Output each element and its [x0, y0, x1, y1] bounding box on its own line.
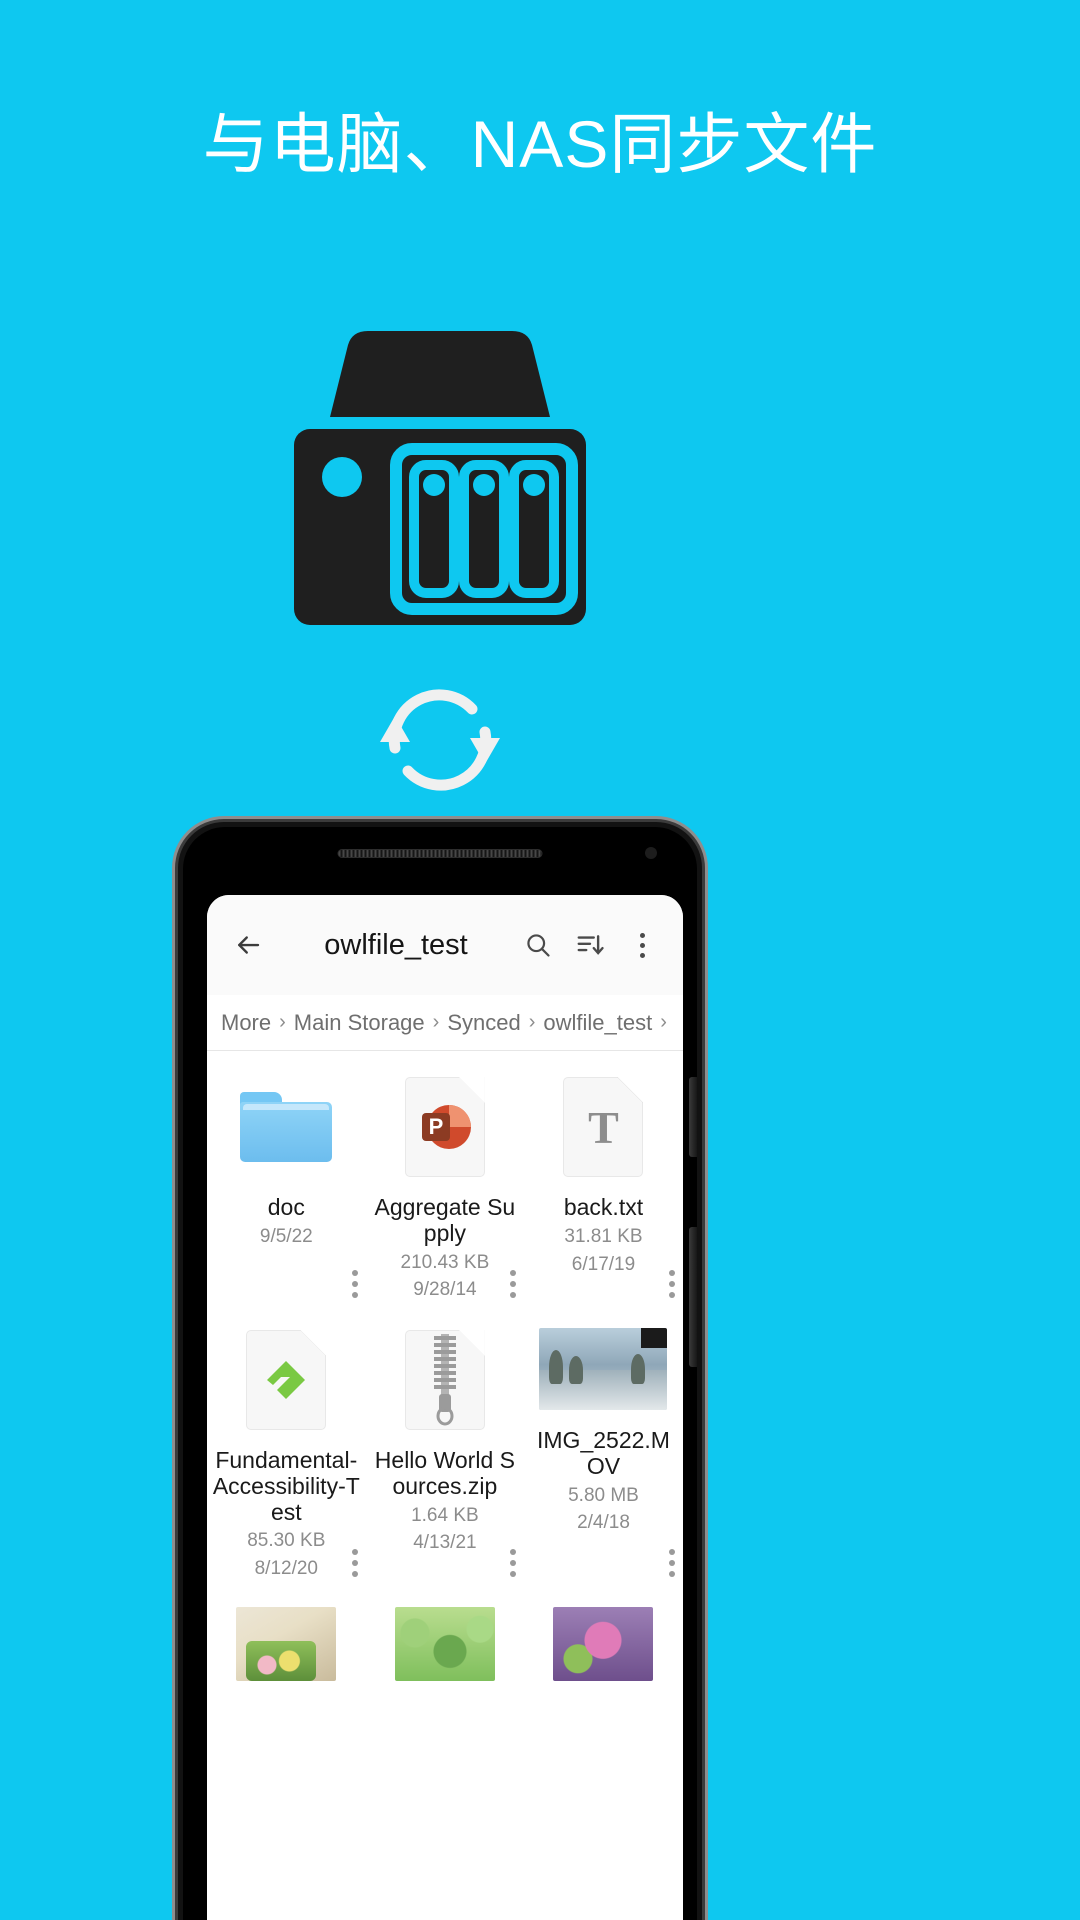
more-vertical-icon[interactable]: [619, 922, 665, 968]
photo-thumbnail-icon: [553, 1606, 654, 1681]
file-more-icon[interactable]: [351, 1548, 358, 1577]
file-name: doc: [267, 1194, 305, 1220]
file-item[interactable]: P Aggregate Supply 210.43 KB 9/28/14: [366, 1061, 525, 1314]
file-more-icon[interactable]: [351, 1270, 358, 1298]
file-item[interactable]: doc 9/5/22: [207, 1061, 366, 1314]
file-item[interactable]: Hello World Sources.zip 1.64 KB 4/13/21: [366, 1314, 525, 1593]
file-size: 1.64 KB: [411, 1504, 479, 1526]
power-button[interactable]: [689, 1227, 697, 1367]
breadcrumb-separator: ›: [528, 1011, 536, 1033]
breadcrumb-separator: ›: [660, 1011, 667, 1033]
more-dots: [639, 932, 645, 958]
breadcrumb-separator: ›: [279, 1011, 286, 1033]
file-size: 85.30 KB: [247, 1530, 326, 1552]
app-screen: owlfile_test More › Main Storage › Synce…: [207, 895, 683, 1920]
front-camera: [645, 847, 657, 859]
file-date: 2/4/18: [577, 1512, 630, 1534]
breadcrumb-item-more[interactable]: More: [221, 1010, 271, 1036]
sort-descending-icon[interactable]: [567, 922, 613, 968]
earpiece-speaker: [337, 849, 543, 858]
breadcrumb-item-synced[interactable]: Synced: [447, 1010, 520, 1036]
app-bar: owlfile_test: [207, 895, 683, 995]
file-more-icon[interactable]: [668, 1270, 675, 1298]
file-more-icon[interactable]: [510, 1270, 517, 1298]
file-name: Fundamental-Accessibility-Test: [212, 1447, 360, 1525]
page-title: 与电脑、NAS同步文件: [202, 107, 878, 181]
file-size: 210.43 KB: [400, 1251, 490, 1273]
epub-file-icon: [238, 1328, 334, 1432]
file-size: 31.81 KB: [564, 1225, 643, 1247]
file-item[interactable]: [524, 1593, 683, 1711]
file-item[interactable]: [366, 1593, 525, 1711]
video-thumbnail-icon: [539, 1328, 668, 1410]
file-date: 9/5/22: [259, 1225, 313, 1247]
file-item[interactable]: Fundamental-Accessibility-Test 85.30 KB …: [207, 1314, 366, 1593]
powerpoint-file-icon: P: [397, 1075, 493, 1179]
breadcrumb[interactable]: More › Main Storage › Synced › owlfile_t…: [207, 995, 683, 1051]
photo-thumbnail-icon: [394, 1606, 495, 1681]
breadcrumb-item-owlfile-test[interactable]: owlfile_test: [543, 1010, 652, 1036]
file-more-icon[interactable]: [668, 1548, 675, 1577]
text-file-icon: T: [555, 1075, 651, 1179]
phone-mockup: owlfile_test More › Main Storage › Synce…: [178, 822, 702, 1920]
file-name: Hello World Sources.zip: [374, 1447, 515, 1499]
file-size: 5.80 MB: [568, 1484, 639, 1506]
sync-arrows-icon: [372, 672, 508, 808]
photo-thumbnail-icon: [236, 1606, 337, 1681]
file-name: back.txt: [563, 1194, 644, 1220]
breadcrumb-item-main-storage[interactable]: Main Storage: [294, 1010, 425, 1036]
volume-button[interactable]: [689, 1077, 697, 1157]
file-more-icon[interactable]: [510, 1548, 517, 1577]
file-date: 6/17/19: [571, 1253, 636, 1275]
search-icon[interactable]: [515, 922, 561, 968]
back-arrow-icon[interactable]: [225, 922, 271, 968]
file-grid: doc 9/5/22 P Aggregate Supply 210.43 KB …: [207, 1051, 683, 1711]
file-item[interactable]: IMG_2522.MOV 5.80 MB 2/4/18: [524, 1314, 683, 1593]
breadcrumb-separator: ›: [432, 1011, 440, 1033]
file-item[interactable]: T back.txt 31.81 KB 6/17/19: [524, 1061, 683, 1314]
zip-file-icon: [397, 1328, 493, 1432]
folder-title: owlfile_test: [324, 928, 468, 961]
file-item[interactable]: [207, 1593, 366, 1711]
file-date: 4/13/21: [413, 1532, 477, 1554]
folder-icon: [238, 1075, 334, 1179]
svg-text:P: P: [429, 1114, 444, 1139]
file-name: Aggregate Supply: [374, 1194, 516, 1246]
file-name: IMG_2522.MOV: [537, 1427, 670, 1479]
file-date: 9/28/14: [413, 1279, 477, 1301]
nas-server-icon: [290, 325, 590, 630]
file-date: 8/12/20: [254, 1558, 318, 1579]
phone-bezel: owlfile_test More › Main Storage › Synce…: [183, 827, 697, 1920]
